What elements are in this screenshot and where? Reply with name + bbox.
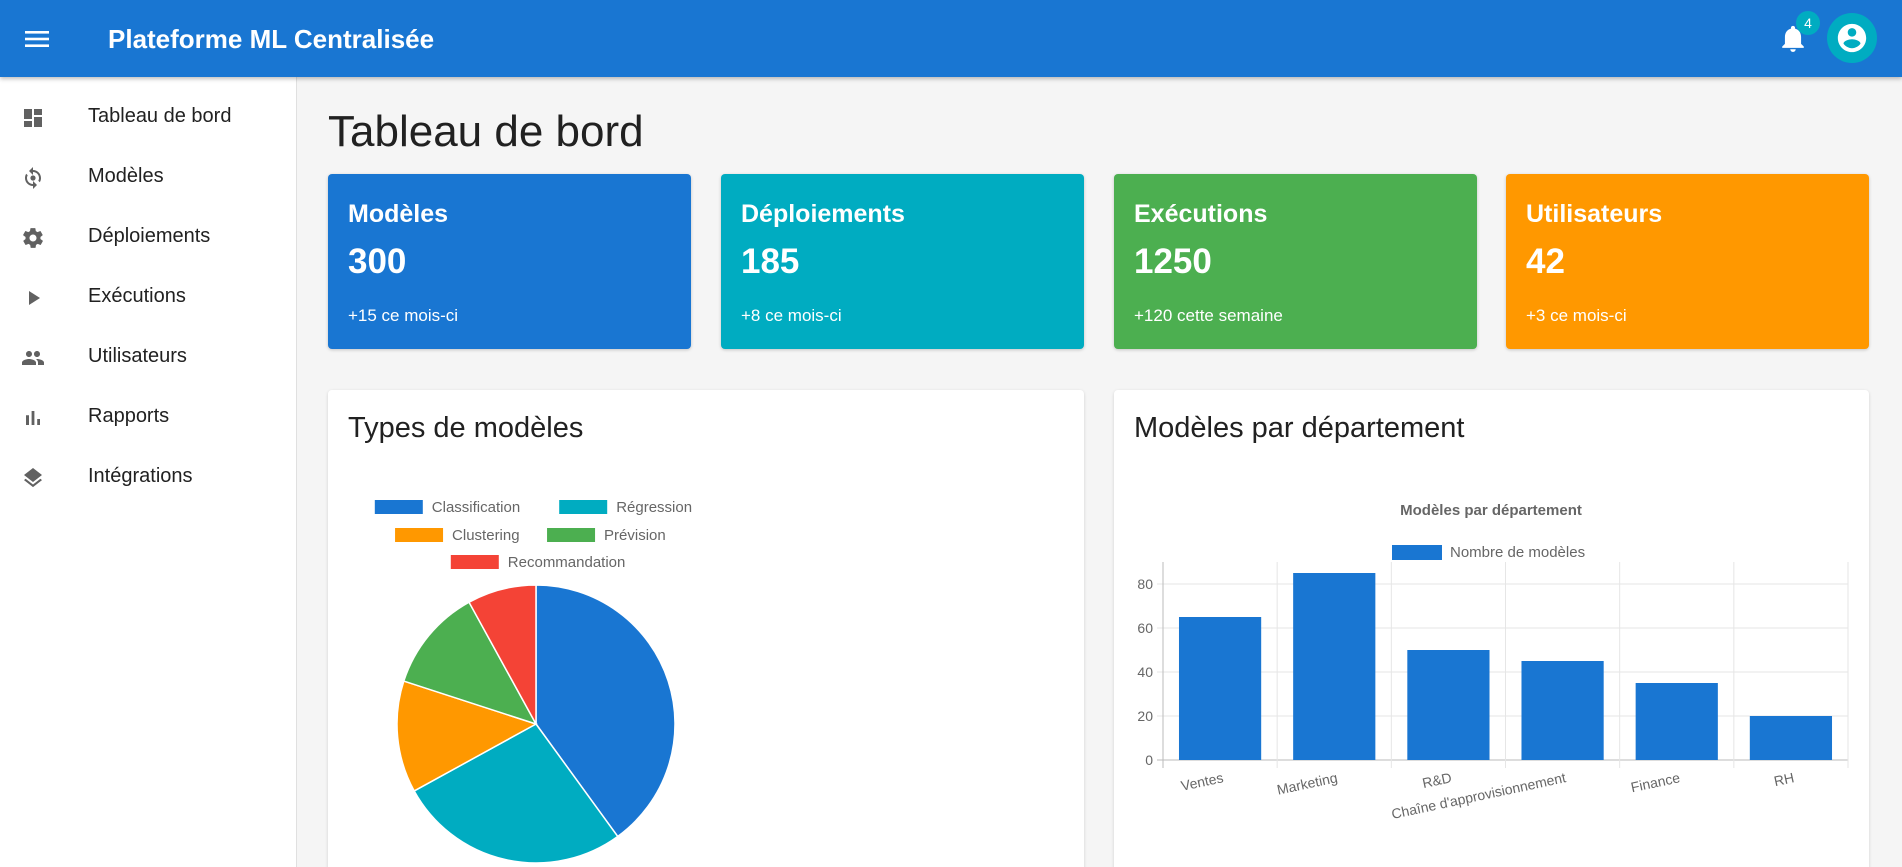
chart-title: Modèles par département (1400, 502, 1582, 519)
models-by-department-panel: Modèles par département Nombre de modèles… (1114, 390, 1869, 867)
sidebar-item-executions[interactable]: Exécutions (0, 270, 296, 326)
stat-subtext: +3 ce mois-ci (1526, 306, 1627, 325)
stat-title: Utilisateurs (1526, 200, 1663, 228)
dashboard-icon (19, 104, 47, 132)
legend-swatch (374, 500, 423, 514)
legend-swatch (395, 528, 444, 542)
y-tick-label: 20 (1137, 708, 1153, 724)
sidebar-item-users[interactable]: Utilisateurs (0, 330, 296, 386)
x-tick-label: Ventes (1179, 769, 1224, 794)
bar (1178, 617, 1262, 760)
sidebar-item-models[interactable]: Modèles (0, 150, 296, 206)
legend-label: Nombre de modèles (1450, 544, 1585, 561)
stat-card-deployments: Déploiements 185 +8 ce mois-ci (721, 174, 1084, 349)
legend-label: Clustering (452, 527, 520, 544)
stat-value: 300 (348, 242, 407, 281)
y-tick-label: 40 (1137, 664, 1153, 680)
sidebar-item-label: Tableau de bord (88, 105, 232, 127)
stat-title: Déploiements (741, 200, 905, 228)
people-icon (19, 344, 47, 372)
legend-swatch (547, 528, 596, 542)
stat-card-models: Modèles 300 +15 ce mois-ci (328, 174, 691, 349)
sidebar-item-deployments[interactable]: Déploiements (0, 210, 296, 266)
sidebar-item-label: Exécutions (88, 285, 186, 307)
sidebar-item-label: Rapports (88, 405, 170, 427)
x-tick-label: Chaîne d'approvisionnement (1390, 769, 1567, 822)
stat-value: 42 (1526, 242, 1565, 281)
bar (1521, 661, 1604, 760)
app-title: Plateforme ML Centralisée (108, 24, 435, 54)
x-tick-label: RH (1772, 769, 1795, 789)
menu-icon[interactable] (18, 20, 56, 58)
bar (1407, 650, 1490, 760)
stat-card-users: Utilisateurs 42 +3 ce mois-ci (1506, 174, 1869, 349)
app-bar: Plateforme ML Centralisée 4 (0, 0, 1902, 77)
legend-label: Régression (616, 499, 692, 516)
legend-swatch (559, 500, 608, 514)
page-title: Tableau de bord (328, 107, 644, 156)
account-circle-icon[interactable] (1827, 13, 1877, 63)
stat-value: 1250 (1134, 242, 1212, 281)
bar (1293, 573, 1376, 760)
x-tick-label: Finance (1629, 769, 1681, 795)
stat-title: Exécutions (1134, 200, 1268, 228)
sidebar-item-dashboard[interactable]: Tableau de bord (0, 90, 296, 146)
sidebar-item-label: Modèles (88, 165, 164, 187)
stat-subtext: +15 ce mois-ci (348, 306, 459, 325)
y-tick-label: 0 (1145, 752, 1153, 768)
stat-value: 185 (741, 242, 800, 281)
sidebar-item-integrations[interactable]: Intégrations (0, 450, 296, 506)
sidebar-item-label: Intégrations (88, 465, 193, 487)
play-icon (19, 284, 47, 312)
y-tick-label: 60 (1137, 620, 1153, 636)
model-types-pie-chart: Classification Régression Clustering Prévis… (374, 499, 692, 864)
notification-badge: 4 (1796, 11, 1820, 35)
gear-icon (19, 224, 47, 252)
models-by-department-bar-chart: Modèles par département Nombre de modèles… (1137, 502, 1849, 822)
bar (1749, 716, 1833, 760)
legend-swatch (450, 555, 499, 569)
x-tick-label: Marketing (1275, 769, 1338, 797)
legend-swatch (1392, 545, 1442, 560)
stat-title: Modèles (348, 200, 449, 228)
bar-chart-icon (19, 404, 47, 432)
sidebar-item-reports[interactable]: Rapports (0, 390, 296, 446)
legend-label: Recommandation (508, 554, 626, 571)
x-tick-label: R&D (1421, 769, 1453, 791)
panel-title: Types de modèles (348, 412, 584, 444)
y-tick-label: 80 (1137, 576, 1153, 592)
sidebar-item-label: Déploiements (88, 225, 211, 247)
model-types-panel: Classification Régression Clustering Prévis… (328, 390, 1084, 867)
layers-icon (19, 464, 47, 492)
legend-label: Prévision (604, 527, 666, 544)
panel-title: Modèles par département (1134, 412, 1465, 444)
sidebar: Tableau de bord Modèles Déploiements Exé… (0, 77, 297, 867)
bar (1635, 683, 1718, 760)
stat-subtext: +120 cette semaine (1134, 306, 1283, 325)
stat-subtext: +8 ce mois-ci (741, 306, 842, 325)
sidebar-item-label: Utilisateurs (88, 345, 187, 367)
model-cycle-icon (19, 164, 47, 192)
legend-label: Classification (432, 499, 520, 516)
stat-card-executions: Exécutions 1250 +120 cette semaine (1114, 174, 1477, 349)
